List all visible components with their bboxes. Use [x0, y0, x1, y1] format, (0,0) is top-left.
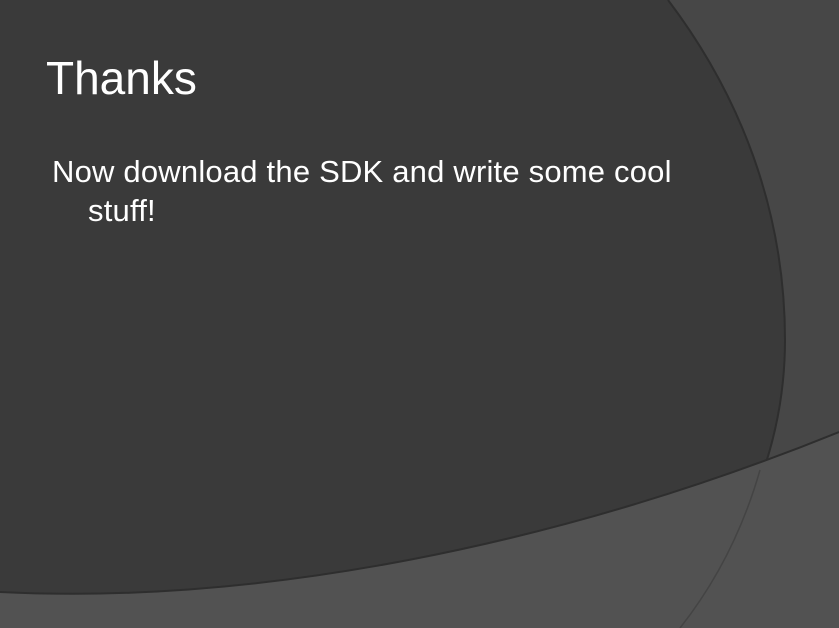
slide-title: Thanks — [46, 52, 197, 104]
slide: Thanks Now download the SDK and write so… — [0, 0, 839, 628]
slide-body-text: Now download the SDK and write some cool… — [52, 154, 672, 228]
